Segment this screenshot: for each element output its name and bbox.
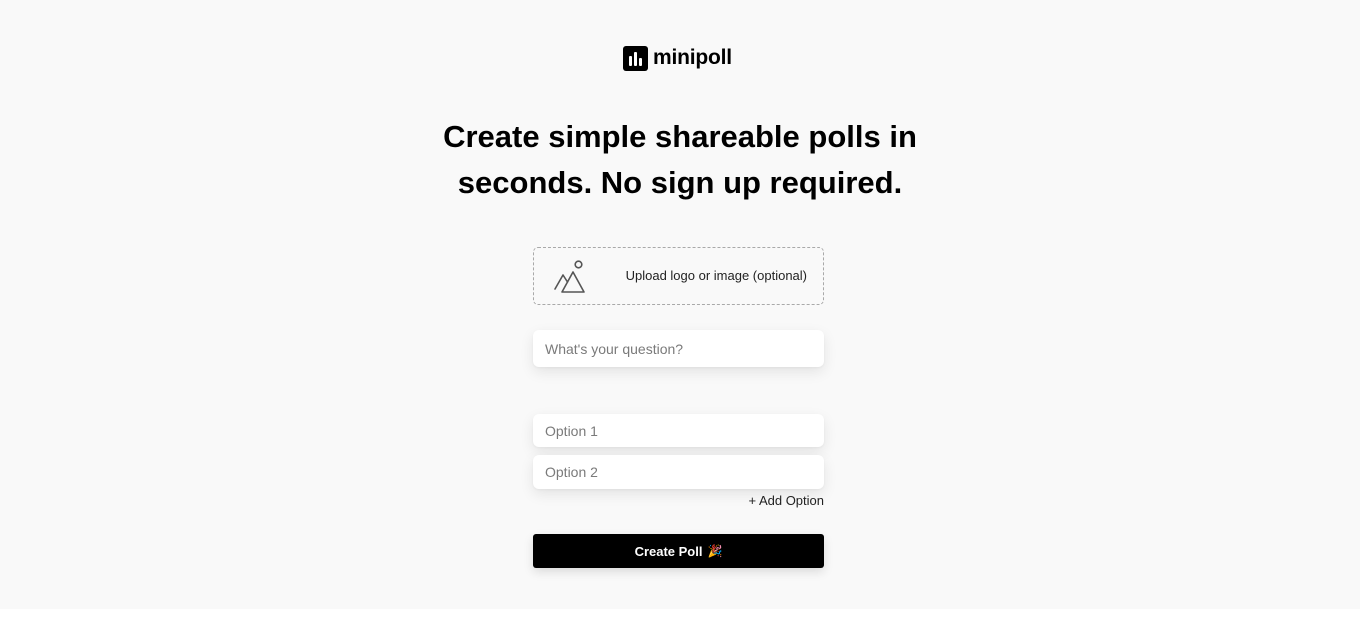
page-title: Create simple shareable polls in seconds…	[420, 114, 940, 206]
page-title-line-1: Create simple shareable polls in	[443, 119, 917, 154]
create-poll-button[interactable]: Create Poll 🎉	[533, 534, 824, 568]
page-title-line-2: seconds. No sign up required.	[457, 165, 903, 200]
option-input-1[interactable]	[545, 422, 812, 439]
brand-name: minipoll	[653, 46, 732, 69]
party-popper-icon: 🎉	[707, 544, 723, 558]
upload-label: Upload logo or image (optional)	[625, 268, 807, 283]
option-field-1[interactable]	[533, 414, 824, 447]
option-field-2[interactable]	[533, 455, 824, 489]
option-input-2[interactable]	[545, 464, 812, 480]
brand-logo[interactable]: minipoll	[623, 45, 732, 71]
question-input[interactable]	[545, 340, 812, 357]
image-icon	[554, 260, 585, 293]
page: minipoll Create simple shareable polls i…	[0, 0, 1360, 609]
question-field[interactable]	[533, 330, 824, 367]
bar-chart-icon	[623, 45, 648, 71]
upload-image-dropzone[interactable]: Upload logo or image (optional)	[533, 247, 824, 305]
add-option-button[interactable]: + Add Option	[748, 493, 824, 508]
create-poll-label: Create Poll	[634, 543, 703, 559]
